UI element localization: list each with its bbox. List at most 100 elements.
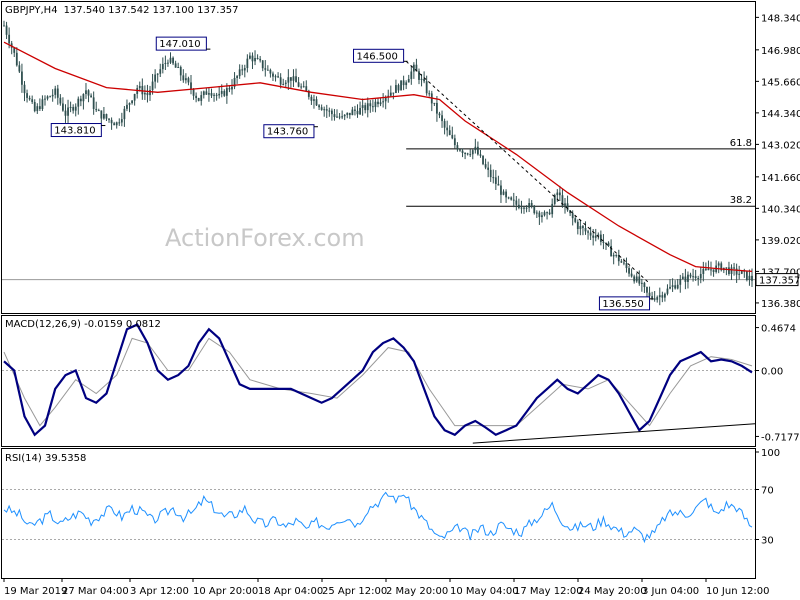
candle-body <box>640 282 643 284</box>
candle-body <box>179 67 182 76</box>
candle-body <box>740 270 743 274</box>
candle-body <box>300 86 303 88</box>
candle-body <box>382 101 385 103</box>
candle-body <box>123 108 126 120</box>
candle-body <box>231 86 233 90</box>
candle-body <box>584 228 587 232</box>
candle-body <box>149 90 151 96</box>
candle-body <box>418 71 420 80</box>
candle-body <box>41 99 44 109</box>
candle-body <box>315 99 318 106</box>
candle-body <box>146 92 149 96</box>
candle-body <box>8 34 11 44</box>
candle-body <box>469 154 472 156</box>
candle-body <box>630 273 633 277</box>
candle-body <box>182 75 185 81</box>
candle-body <box>54 88 57 95</box>
candle-body <box>497 183 500 186</box>
candle-body <box>487 167 490 170</box>
candle-body <box>323 109 326 111</box>
time-axis-label: 2 May 20:00 <box>386 586 448 597</box>
candle-body <box>464 153 466 155</box>
candle-body <box>651 296 653 299</box>
candle-body <box>264 68 267 70</box>
candle-body <box>46 96 49 99</box>
candle-body <box>259 58 262 61</box>
candle-body <box>236 76 239 78</box>
candle-body <box>638 276 641 284</box>
candle-body <box>576 221 579 230</box>
candle-body <box>466 153 469 155</box>
macd-axis-label: 0.4674 <box>761 324 796 335</box>
candle-body <box>141 85 144 95</box>
candle-body <box>77 98 80 107</box>
candle-body <box>174 63 177 68</box>
time-axis-label: 17 May 12:00 <box>514 586 583 597</box>
candle-body <box>220 91 223 94</box>
price-header: GBPJPY,H4 137.540 137.542 137.100 137.357 <box>5 5 239 16</box>
candle-body <box>623 262 625 264</box>
candle-body <box>730 267 733 275</box>
candle-body <box>436 102 438 114</box>
candle-body <box>159 69 162 74</box>
time-axis-label: 10 May 04:00 <box>450 586 519 597</box>
time-axis-label: 10 Apr 20:00 <box>193 586 258 597</box>
candle-body <box>69 106 72 108</box>
candle-body <box>484 164 487 168</box>
price-axis-label: 145.660 <box>761 77 800 88</box>
price-level-label: 143.810 <box>54 126 95 137</box>
candle-body <box>238 69 241 77</box>
candle-body <box>520 207 523 209</box>
candle-body <box>126 104 128 109</box>
candle-body <box>702 268 705 274</box>
candle-body <box>169 57 172 63</box>
candle-body <box>689 274 692 277</box>
candle-body <box>369 103 372 107</box>
candle-body <box>725 267 728 269</box>
candle-body <box>3 25 5 27</box>
candle-body <box>64 110 67 116</box>
candle-body <box>302 86 305 88</box>
time-axis-label: 10 Jun 12:00 <box>706 586 770 597</box>
candle-body <box>674 285 677 289</box>
candle-body <box>405 82 408 86</box>
rsi-axis-label: 70 <box>761 486 774 497</box>
candle-body <box>354 109 356 111</box>
candle-body <box>446 127 449 131</box>
candle-body <box>184 78 187 81</box>
candle-body <box>710 269 712 271</box>
watermark: ActionForex.com <box>165 224 365 252</box>
candle-body <box>51 94 54 97</box>
candle-body <box>423 78 426 82</box>
candle-body <box>510 197 513 200</box>
candle-body <box>558 192 561 196</box>
candle-body <box>210 93 213 96</box>
candle-body <box>661 295 664 298</box>
candle-body <box>164 62 167 64</box>
candle-body <box>728 267 730 275</box>
candle-body <box>587 231 589 233</box>
candle-body <box>197 98 200 101</box>
candle-body <box>261 60 264 69</box>
candle-body <box>671 285 674 287</box>
candle-body <box>451 134 454 139</box>
candle-body <box>361 105 364 108</box>
candle-body <box>295 76 297 83</box>
candle-body <box>18 65 21 72</box>
gbpjpy-chart: ActionForex.com 61.8 38.2 146.500 147.010 14… <box>0 0 800 600</box>
candle-body <box>574 218 577 222</box>
candle-body <box>679 278 682 285</box>
candle-body <box>251 55 254 62</box>
price-axis-label: 143.020 <box>761 140 800 151</box>
candle-body <box>79 98 82 102</box>
candle-body <box>425 81 428 94</box>
rsi-axis-label: 30 <box>761 536 774 547</box>
candle-body <box>341 116 344 118</box>
candle-body <box>208 93 210 95</box>
candle-body <box>564 203 566 206</box>
candle-body <box>594 235 597 238</box>
candle-body <box>676 284 679 289</box>
time-axis-label: 24 May 20:00 <box>578 586 647 597</box>
candle-body <box>228 88 231 90</box>
candle-body <box>551 203 554 215</box>
